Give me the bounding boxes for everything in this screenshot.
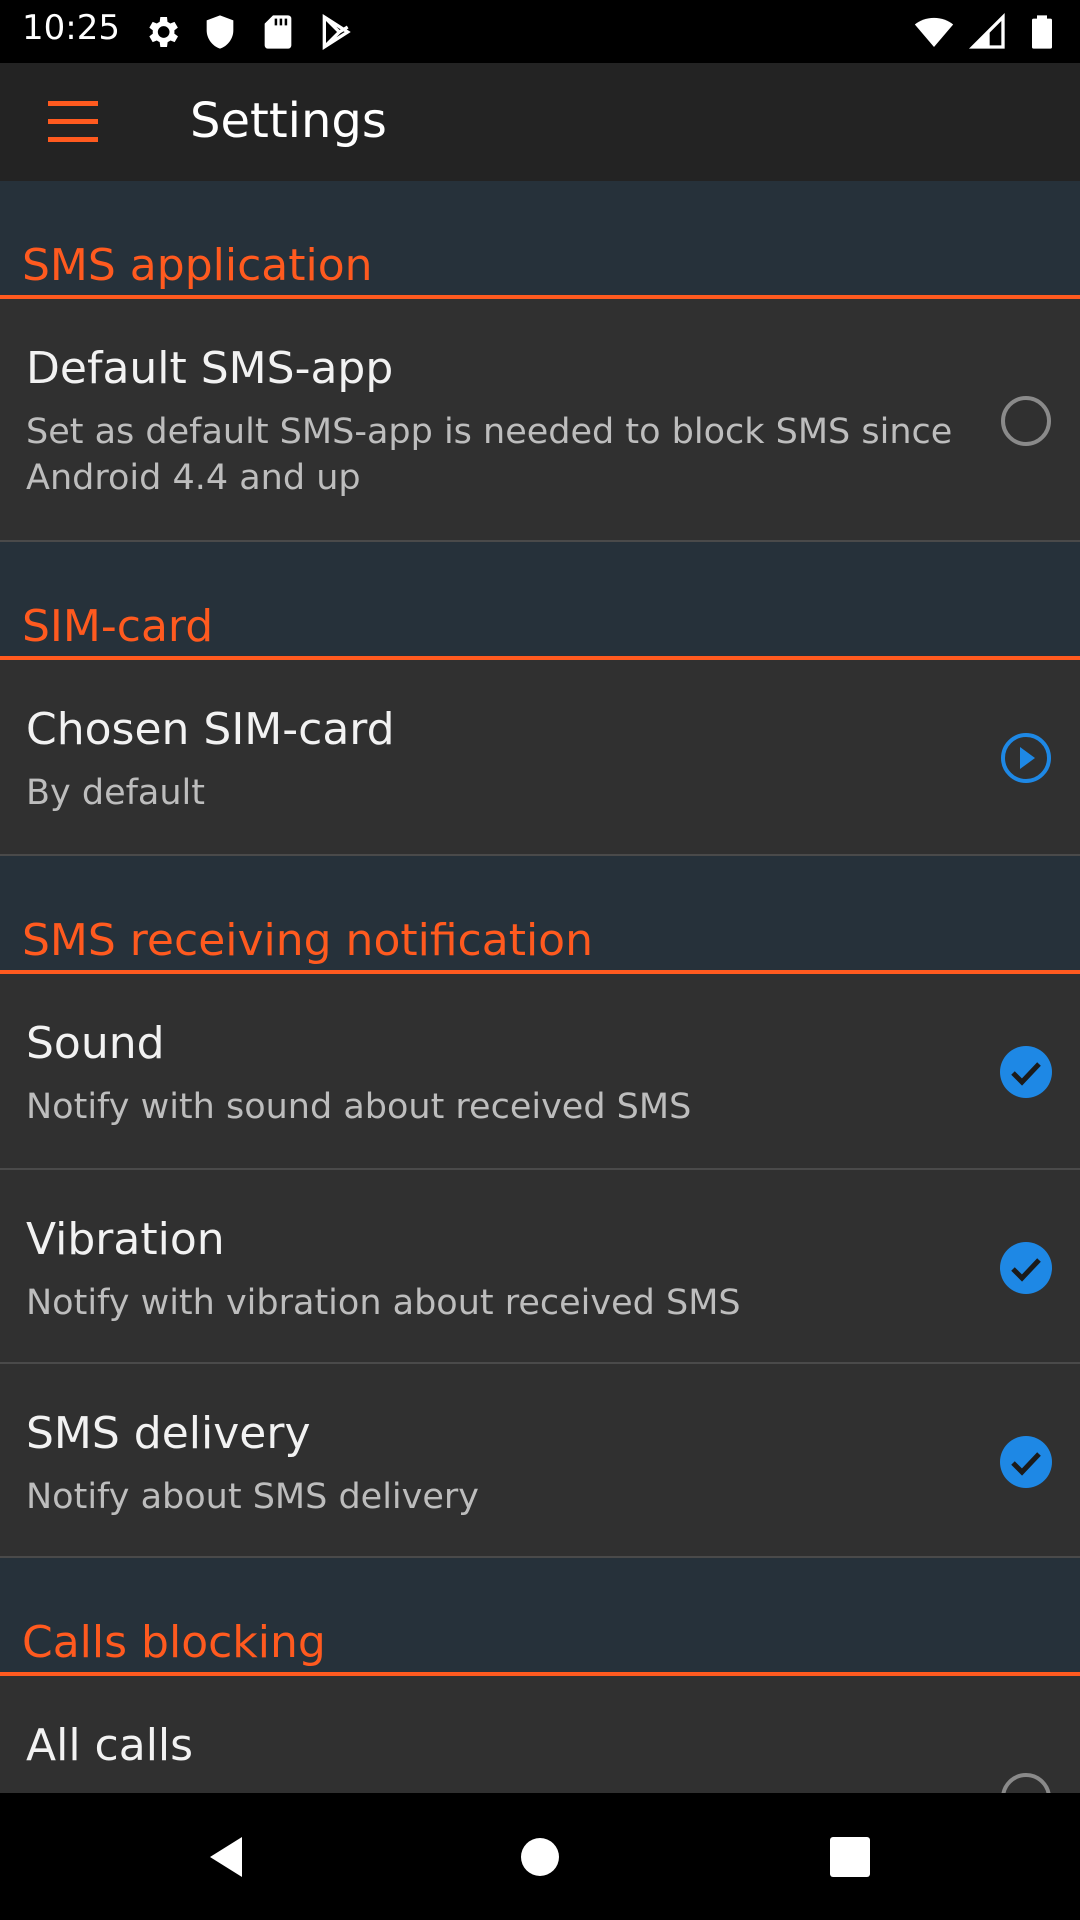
hamburger-menu-icon[interactable] bbox=[40, 97, 106, 147]
pref-vibration[interactable]: Vibration Notify with vibration about re… bbox=[0, 1170, 1080, 1364]
section-header-sim-card: SIM-card bbox=[0, 542, 1080, 660]
pref-summary: Notify with sound about received SMS bbox=[26, 1087, 692, 1127]
pref-summary: Notify with vibration about received SMS bbox=[26, 1283, 741, 1323]
section-title: Calls blocking bbox=[22, 1617, 326, 1668]
wifi-icon bbox=[914, 17, 954, 47]
app-bar: Settings bbox=[0, 63, 1080, 181]
section-title: SMS receiving notification bbox=[22, 915, 593, 966]
pref-chosen-sim-card[interactable]: Chosen SIM-card By default bbox=[0, 660, 1080, 856]
status-time: 10:25 bbox=[22, 8, 120, 48]
cell-signal-icon bbox=[968, 12, 1005, 49]
section-header-sms-receiving-notification: SMS receiving notification bbox=[0, 856, 1080, 974]
radio-unchecked-icon[interactable] bbox=[998, 393, 1054, 449]
pref-sms-delivery[interactable]: SMS delivery Notify about SMS delivery bbox=[0, 1364, 1080, 1558]
play-circle-icon[interactable] bbox=[998, 730, 1054, 786]
pref-title: SMS delivery bbox=[26, 1408, 311, 1459]
pref-summary: Set as default SMS-app is needed to bloc… bbox=[26, 412, 953, 498]
sd-card-icon bbox=[264, 15, 292, 49]
section-header-calls-blocking: Calls blocking bbox=[0, 1558, 1080, 1676]
pref-summary: By default bbox=[26, 773, 205, 813]
pref-title: All calls bbox=[26, 1720, 194, 1771]
section-header-sms-application: SMS application bbox=[0, 181, 1080, 299]
navigation-bar bbox=[0, 1793, 1080, 1920]
page-title: Settings bbox=[190, 93, 387, 149]
battery-icon bbox=[1032, 15, 1052, 49]
pref-sound[interactable]: Sound Notify with sound about received S… bbox=[0, 974, 1080, 1170]
home-icon[interactable] bbox=[510, 1827, 570, 1887]
checkbox-checked-icon[interactable] bbox=[998, 1434, 1054, 1490]
shield-icon bbox=[206, 15, 234, 49]
checkbox-checked-icon[interactable] bbox=[998, 1240, 1054, 1296]
section-title: SMS application bbox=[22, 240, 373, 291]
pref-summary: Notify about SMS delivery bbox=[26, 1477, 480, 1517]
radio-unchecked-icon[interactable] bbox=[998, 1770, 1054, 1793]
pref-default-sms-app[interactable]: Default SMS-app Set as default SMS-app i… bbox=[0, 299, 1080, 542]
section-title: SIM-card bbox=[22, 601, 214, 652]
pref-title: Sound bbox=[26, 1018, 165, 1069]
pref-title: Vibration bbox=[26, 1214, 225, 1265]
pref-all-calls[interactable]: All calls bbox=[0, 1676, 1080, 1793]
back-icon[interactable] bbox=[196, 1827, 256, 1887]
gear-icon bbox=[149, 17, 178, 47]
recents-icon[interactable] bbox=[820, 1827, 880, 1887]
settings-list[interactable]: SMS application Default SMS-app Set as d… bbox=[0, 181, 1080, 1793]
status-icons-right bbox=[914, 12, 1062, 52]
pref-title: Chosen SIM-card bbox=[26, 704, 395, 755]
status-bar: 10:25 bbox=[0, 0, 1080, 63]
checkbox-checked-icon[interactable] bbox=[998, 1044, 1054, 1100]
status-icons-left bbox=[142, 12, 356, 52]
play-store-icon bbox=[322, 13, 351, 51]
pref-title: Default SMS-app bbox=[26, 343, 394, 394]
